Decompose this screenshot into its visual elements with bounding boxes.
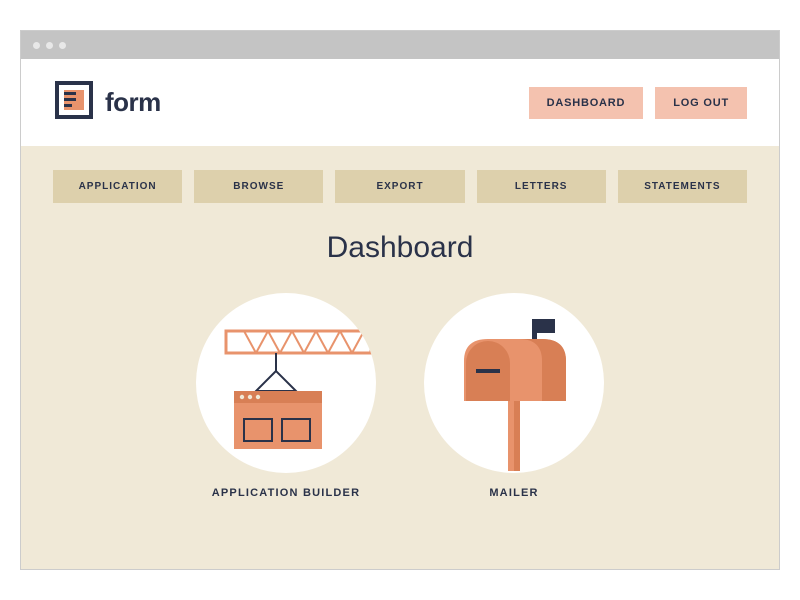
brand-name: form (105, 87, 161, 118)
window-control-icon[interactable] (59, 42, 66, 49)
main-area: APPLICATION BROWSE EXPORT LETTERS STATEM… (21, 146, 779, 569)
header: form DASHBOARD LOG OUT (21, 59, 779, 146)
tab-export[interactable]: EXPORT (335, 170, 464, 203)
tile-grid: APPLICATION BUILDER (196, 293, 604, 499)
page-title: Dashboard (327, 231, 474, 265)
dashboard-button[interactable]: DASHBOARD (529, 87, 644, 119)
tab-letters[interactable]: LETTERS (477, 170, 606, 203)
tab-application[interactable]: APPLICATION (53, 170, 182, 203)
tile-label: MAILER (489, 487, 538, 499)
tile-application-builder[interactable]: APPLICATION BUILDER (196, 293, 376, 499)
header-actions: DASHBOARD LOG OUT (529, 87, 747, 119)
window-control-icon[interactable] (46, 42, 53, 49)
tile-illustration (424, 293, 604, 473)
logo-icon (53, 79, 95, 126)
crane-icon (196, 293, 376, 473)
tile-label: APPLICATION BUILDER (212, 487, 360, 499)
logout-button[interactable]: LOG OUT (655, 87, 747, 119)
browser-window: form DASHBOARD LOG OUT APPLICATION BROWS… (20, 30, 780, 570)
nav-tabs: APPLICATION BROWSE EXPORT LETTERS STATEM… (53, 170, 747, 203)
mailbox-icon (424, 293, 604, 473)
tile-mailer[interactable]: MAILER (424, 293, 604, 499)
tile-illustration (196, 293, 376, 473)
logo[interactable]: form (53, 79, 161, 126)
tab-browse[interactable]: BROWSE (194, 170, 323, 203)
window-control-icon[interactable] (33, 42, 40, 49)
tab-statements[interactable]: STATEMENTS (618, 170, 747, 203)
window-titlebar (21, 31, 779, 59)
